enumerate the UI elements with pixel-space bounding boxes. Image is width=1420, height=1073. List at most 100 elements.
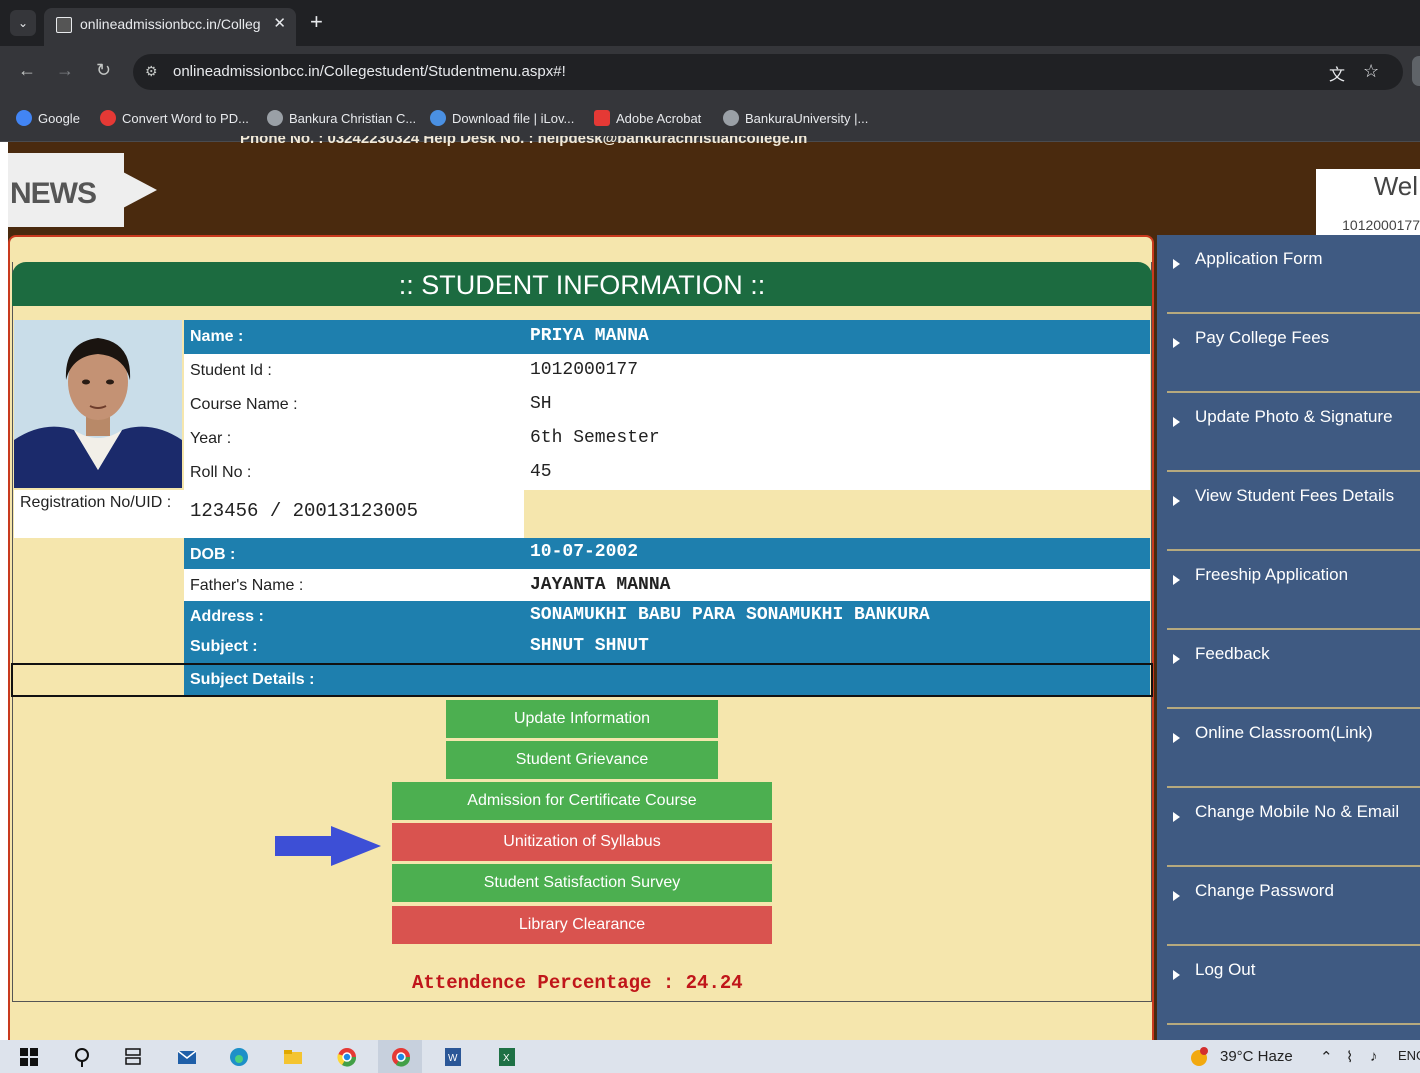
translate-icon[interactable]: 文 [1329,61,1345,85]
excel-icon[interactable]: X [496,1046,518,1068]
task-view-icon[interactable] [122,1046,144,1068]
svg-text:W: W [448,1053,458,1064]
welcome-user-id: 1012000177 [1342,217,1420,233]
row-name: Name : PRIYA MANNA [184,320,1150,354]
caret-right-icon [1173,575,1180,585]
weather-icon[interactable] [1188,1046,1210,1068]
windows-taskbar: W X 39°C Haze ⌃ ⌇ ♪ ENG [0,1040,1420,1073]
forward-icon[interactable]: → [56,60,74,81]
profile-avatar[interactable] [1412,56,1420,86]
search-icon[interactable] [72,1046,94,1068]
year-label: Year : [190,430,232,447]
address-bar-row: ← → ↻ ⚙ onlineadmissionbcc.in/Collegestu… [0,46,1420,98]
acrobat-icon [594,110,610,126]
caret-right-icon [1173,338,1180,348]
word-icon[interactable]: W [442,1046,464,1068]
subject-value: SHNUT SHNUT [530,636,649,656]
bookmark-bankura-university[interactable]: BankuraUniversity |... [723,110,868,126]
reg-filler [524,490,1150,538]
chrome-profile-icon[interactable] [390,1046,412,1068]
file-explorer-icon[interactable] [282,1046,304,1068]
bookmark-google[interactable]: Google [16,110,80,126]
sidebar-item-change-mobile[interactable]: Change Mobile No & Email [1157,788,1420,867]
library-clearance-button[interactable]: Library Clearance [392,906,772,944]
tray-chevron-icon[interactable]: ⌃ [1320,1048,1333,1066]
omnibox[interactable]: ⚙ onlineadmissionbcc.in/Collegestudent/S… [133,54,1403,90]
language-indicator[interactable]: ENG [1398,1048,1420,1063]
bookmark-bankura-christian[interactable]: Bankura Christian C... [267,110,416,126]
row-address-subject: Address : SONAMUKHI BABU PARA SONAMUKHI … [184,601,1150,663]
student-id-value: 1012000177 [530,360,639,380]
student-id-label: Student Id : [190,362,272,379]
student-photo [14,320,182,488]
update-information-button[interactable]: Update Information [446,700,718,738]
student-grievance-button[interactable]: Student Grievance [446,741,718,779]
subject-details-outline [11,663,1153,697]
reload-icon[interactable]: ↻ [96,60,111,81]
bookmark-ilovepdf[interactable]: Download file | iLov... [430,110,574,126]
bookmark-star-icon[interactable]: ☆ [1363,61,1379,82]
registration-value-cell: 123456 / 20013123005 [184,490,524,538]
browser-tab[interactable]: onlineadmissionbcc.in/College ✕ [44,8,296,46]
welcome-text: Wel [1373,171,1418,201]
row-year: Year : 6th Semester [184,422,1150,456]
course-value: SH [530,394,552,414]
contact-strip: Phone No. : 03242230324 Help Desk No. : … [240,136,808,147]
back-icon[interactable]: ← [18,60,36,81]
sidebar-item-online-classroom[interactable]: Online Classroom(Link) [1157,709,1420,788]
sidebar-item-view-fees[interactable]: View Student Fees Details [1157,472,1420,551]
tab-title: onlineadmissionbcc.in/College [80,16,260,32]
sidebar-item-application-form[interactable]: Application Form [1157,235,1420,314]
site-info-icon[interactable]: ⚙ [145,63,158,80]
caret-right-icon [1173,812,1180,822]
sidebar-item-update-photo[interactable]: Update Photo & Signature [1157,393,1420,472]
welcome-box: Wel 1012000177 [1316,169,1420,235]
bookmark-adobe-acrobat[interactable]: Adobe Acrobat [594,110,701,126]
tab-close-icon[interactable]: ✕ [273,14,286,32]
chrome-icon[interactable] [336,1046,358,1068]
browser-tab-bar: ⌄ onlineadmissionbcc.in/College ✕ + [0,0,1420,46]
caret-right-icon [1173,417,1180,427]
caret-right-icon [1173,496,1180,506]
weather-text[interactable]: 39°C Haze [1220,1048,1293,1065]
year-value: 6th Semester [530,428,660,448]
unitization-syllabus-button[interactable]: Unitization of Syllabus [392,823,772,861]
certificate-course-button[interactable]: Admission for Certificate Course [392,782,772,820]
row-student-id: Student Id : 1012000177 [184,354,1150,388]
caret-right-icon [1173,259,1180,269]
windows-start-icon[interactable] [18,1046,40,1068]
row-dob: DOB : 10-07-2002 [184,538,1150,572]
registration-label: Registration No/UID : [14,490,184,538]
dob-label: DOB : [190,546,236,563]
pointer-arrow-icon [275,826,381,866]
roll-label: Roll No : [190,464,252,481]
sidebar-item-log-out[interactable]: Log Out [1157,946,1420,1025]
sidebar-item-freeship[interactable]: Freeship Application [1157,551,1420,630]
sidebar-item-pay-college-fees[interactable]: Pay College Fees [1157,314,1420,393]
caret-right-icon [1173,654,1180,664]
satisfaction-survey-button[interactable]: Student Satisfaction Survey [392,864,772,902]
url-text[interactable]: onlineadmissionbcc.in/Collegestudent/Stu… [173,63,566,80]
news-arrow-icon [123,172,157,208]
sidebar-item-change-password[interactable]: Change Password [1157,867,1420,946]
page-edge [0,142,8,1040]
caret-right-icon [1173,891,1180,901]
site-favicon-icon [56,17,72,33]
heart-icon [430,110,446,126]
heart-icon [100,110,116,126]
sidebar-item-feedback[interactable]: Feedback [1157,630,1420,709]
mail-icon[interactable] [176,1046,198,1068]
section-title: :: STUDENT INFORMATION :: [12,262,1152,306]
volume-icon[interactable]: ♪ [1370,1048,1378,1065]
network-icon[interactable]: ⌇ [1346,1048,1353,1066]
course-label: Course Name : [190,396,298,413]
caret-right-icon [1173,733,1180,743]
google-icon [16,110,32,126]
bookmark-convert-word[interactable]: Convert Word to PD... [100,110,249,126]
svg-text:X: X [503,1053,510,1064]
address-value: SONAMUKHI BABU PARA SONAMUKHI BANKURA [530,605,930,625]
name-value: PRIYA MANNA [530,326,649,346]
tab-search-icon[interactable]: ⌄ [10,10,36,36]
edge-icon[interactable] [228,1046,250,1068]
new-tab-icon[interactable]: + [310,9,323,35]
